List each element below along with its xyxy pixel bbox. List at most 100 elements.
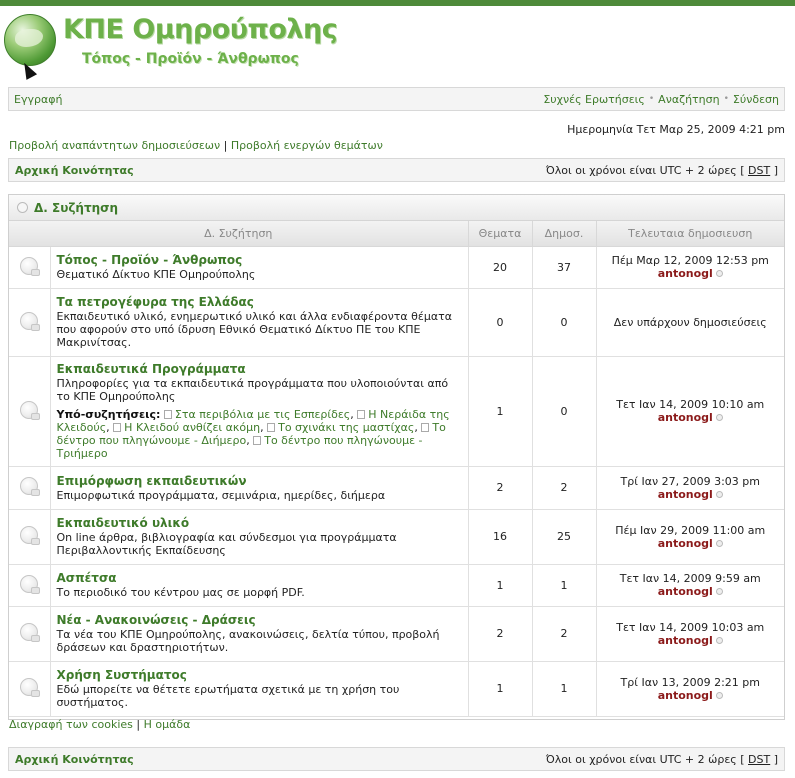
goto-last-post-icon[interactable]: [715, 588, 723, 595]
nav-separator: •: [723, 94, 729, 104]
team-link[interactable]: Η ομάδα: [144, 718, 191, 731]
globe-logo-icon[interactable]: [4, 14, 56, 66]
forum-title-link[interactable]: Νέα - Ανακοινώσεις - Δράσεις: [57, 613, 462, 627]
forum-last-post: Τρί Ιαν 13, 2009 2:21 pm antonogl: [596, 661, 784, 717]
subforum-icon: [267, 423, 276, 432]
breadcrumb-bar-bottom: Αρχική Κοινότητας Όλοι οι χρόνοι είναι U…: [8, 747, 785, 771]
subforums-list: Υπό-συζητήσεις: Στα περιβόλια με τις Εσπ…: [56, 408, 450, 460]
site-subtitle: Τόπος - Προϊόν - Άνθρωπος: [82, 51, 299, 67]
timezone-suffix: ]: [773, 752, 778, 766]
subforums-label: Υπό-συζητήσεις:: [56, 408, 161, 421]
forum-last-post: Τετ Ιαν 14, 2009 10:10 am antonogl: [596, 356, 784, 467]
subforum-link[interactable]: Το σχινάκι της μαστίχας: [278, 421, 414, 434]
delete-cookies-link[interactable]: Διαγραφή των cookies: [9, 718, 133, 731]
site-title[interactable]: ΚΠΕ Ομηρούπολης: [63, 14, 338, 45]
forum-row: Τα πετρογέφυρα της Ελλάδας Εκπαιδευτικό …: [9, 288, 784, 357]
nav-separator: •: [648, 94, 655, 104]
forum-title-link[interactable]: Εκπαιδευτικό υλικό: [57, 516, 462, 530]
forum-read-icon: [20, 574, 41, 594]
goto-last-post-icon[interactable]: [715, 691, 723, 699]
column-last-post: Τελευταια δημοσιευση: [596, 221, 784, 247]
forum-row: Τόπος - Προϊόν - Άνθρωπος Θεματικό Δίκτυ…: [9, 246, 784, 289]
board-index-link[interactable]: Αρχική Κοινότητας: [15, 164, 134, 177]
search-link[interactable]: Αναζήτηση: [658, 93, 719, 106]
last-post-date: Πέμ Μαρ 12, 2009 12:53 pm: [611, 254, 769, 267]
forum-last-post: Τρί Ιαν 27, 2009 3:03 pm antonogl: [596, 466, 784, 510]
last-post-author-link[interactable]: antonogl: [658, 585, 713, 598]
board-index-link[interactable]: Αρχική Κοινότητας: [15, 753, 134, 766]
timezone-prefix: Όλοι οι χρόνοι είναι UTC + 2 ώρες [: [545, 163, 745, 177]
forum-topics-count: 1: [468, 356, 533, 467]
last-post-date: Τετ Ιαν 14, 2009 10:10 am: [616, 398, 765, 411]
goto-last-post-icon[interactable]: [715, 539, 723, 547]
forum-last-post: Δεν υπάρχουν δημοσιεύσεις: [596, 288, 784, 357]
register-link[interactable]: Εγγραφή: [14, 93, 62, 106]
forum-read-icon: [20, 678, 41, 697]
last-post-date: Τετ Ιαν 14, 2009 9:59 am: [619, 572, 761, 585]
nav-bar: Εγγραφή Συχνές Ερωτήσεις • Αναζήτηση • Σ…: [8, 87, 785, 111]
forum-posts-count: 2: [532, 606, 597, 662]
forum-last-post: Τετ Ιαν 14, 2009 9:59 am antonogl: [596, 564, 784, 607]
forum-posts-count: 1: [532, 661, 597, 717]
forum-title-link[interactable]: Τα πετρογέφυρα της Ελλάδας: [57, 295, 462, 309]
forum-description: Επιμορφωτικά προγράμματα, σεμινάρια, ημε…: [56, 488, 386, 502]
goto-last-post-icon[interactable]: [715, 636, 723, 644]
subforum-link[interactable]: Η Κλειδού ανθίζει ακόμη: [124, 421, 260, 434]
no-posts-text: Δεν υπάρχουν δημοσιεύσεις: [613, 315, 767, 329]
last-post-author-link[interactable]: antonogl: [658, 411, 713, 424]
category-title[interactable]: Δ. Συζήτηση: [34, 201, 118, 215]
forum-last-post: Πέμ Μαρ 12, 2009 12:53 pm antonogl: [596, 246, 784, 289]
dst-abbr: DST: [748, 752, 771, 766]
nav-right-links: Συχνές Ερωτήσεις • Αναζήτηση • Σύνδεση: [543, 93, 779, 106]
faq-link[interactable]: Συχνές Ερωτήσεις: [543, 93, 645, 106]
quicklinks-separator: |: [223, 139, 228, 152]
forum-read-icon: [20, 311, 41, 331]
goto-last-post-icon[interactable]: [715, 490, 723, 498]
last-post-author-link[interactable]: antonogl: [658, 267, 713, 280]
goto-last-post-icon[interactable]: [715, 414, 723, 421]
unanswered-posts-link[interactable]: Προβολή αναπάντητων δημοσιεύσεων: [9, 139, 220, 152]
subforum-link[interactable]: Στα περιβόλια με τις Εσπερίδες: [175, 408, 350, 421]
footer-separator: |: [136, 718, 141, 731]
footer-links: Διαγραφή των cookies | Η ομάδα: [9, 718, 190, 731]
goto-last-post-icon[interactable]: [715, 270, 723, 277]
last-post-date: Πέμ Ιαν 29, 2009 11:00 am: [615, 523, 766, 537]
forum-title-link[interactable]: Ασπέτσα: [57, 571, 462, 585]
forum-read-icon: [20, 400, 41, 420]
active-topics-link[interactable]: Προβολή ενεργών θεμάτων: [231, 139, 383, 152]
last-post-author-link[interactable]: antonogl: [658, 634, 713, 647]
forum-topics-count: 16: [468, 509, 533, 565]
forum-read-icon: [20, 526, 41, 545]
forum-read-icon: [20, 477, 41, 496]
timezone-info: Όλοι οι χρόνοι είναι UTC + 2 ώρες [ DST …: [546, 164, 778, 177]
forum-category-box: Δ. Συζήτηση Δ. Συζήτηση Θεματα Δημοσ. Τε…: [8, 194, 785, 720]
forum-table-header: Δ. Συζήτηση Θεματα Δημοσ. Τελευταια δημο…: [9, 221, 784, 247]
forum-title-link[interactable]: Εκπαιδευτικά Προγράμματα: [57, 362, 462, 376]
forum-title-link[interactable]: Χρήση Συστήματος: [57, 668, 462, 682]
subforum-icon: [421, 423, 430, 432]
column-topics: Θεματα: [468, 221, 533, 247]
forum-row: Νέα - Ανακοινώσεις - Δράσεις Τα νέα του …: [9, 606, 784, 662]
quick-links: Προβολή αναπάντητων δημοσιεύσεων | Προβο…: [9, 139, 383, 152]
login-link[interactable]: Σύνδεση: [733, 93, 779, 106]
forum-row: Εκπαιδευτικά Προγράμματα Πληροφορίες για…: [9, 356, 784, 467]
forum-description: Εκπαιδευτικό υλικό, ενημερωτικό υλικό κα…: [56, 310, 452, 349]
last-post-date: Τρί Ιαν 13, 2009 2:21 pm: [620, 675, 760, 689]
last-post-author-link[interactable]: antonogl: [658, 537, 713, 550]
last-post-date: Τετ Ιαν 14, 2009 10:03 am: [616, 620, 765, 634]
timezone-prefix: Όλοι οι χρόνοι είναι UTC + 2 ώρες [: [545, 752, 745, 766]
forum-row: Εκπαιδευτικό υλικό On line άρθρα, βιβλιο…: [9, 509, 784, 565]
forum-title-link[interactable]: Τόπος - Προϊόν - Άνθρωπος: [57, 253, 462, 267]
forum-topics-count: 20: [468, 246, 533, 289]
last-post-author-link[interactable]: antonogl: [658, 488, 713, 501]
last-post-author-link[interactable]: antonogl: [658, 689, 713, 702]
forum-last-post: Τετ Ιαν 14, 2009 10:03 am antonogl: [596, 606, 784, 662]
breadcrumb-bar-top: Αρχική Κοινότητας Όλοι οι χρόνοι είναι U…: [8, 158, 785, 182]
forum-title-link[interactable]: Επιμόρφωση εκπαιδευτικών: [57, 474, 462, 488]
forum-row: Χρήση Συστήματος Εδώ μπορείτε να θέτετε …: [9, 661, 784, 717]
column-forum: Δ. Συζήτηση: [9, 221, 469, 247]
timezone-suffix: ]: [773, 163, 778, 177]
timezone-info: Όλοι οι χρόνοι είναι UTC + 2 ώρες [ DST …: [546, 753, 778, 766]
dst-abbr: DST: [748, 163, 771, 177]
forum-read-icon: [20, 256, 41, 276]
